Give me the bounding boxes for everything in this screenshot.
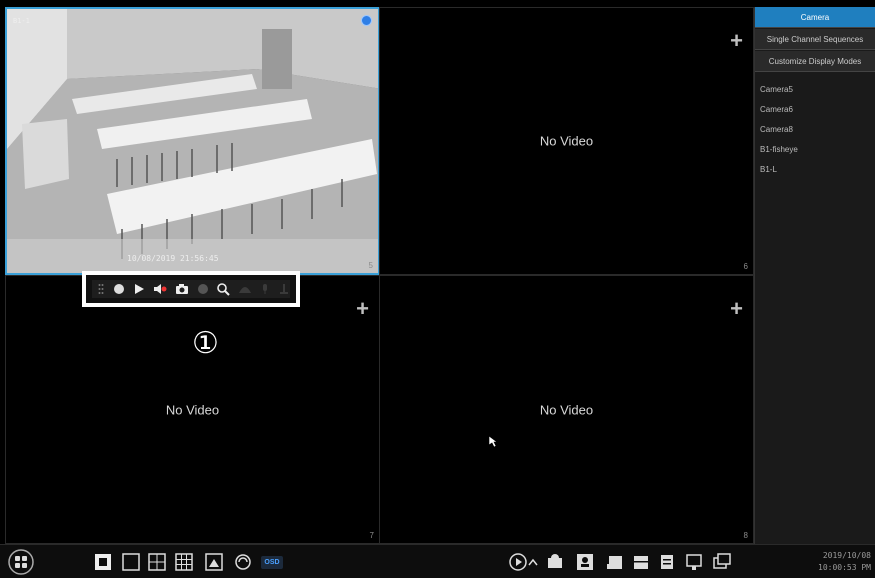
snapshot-icon[interactable] [175, 282, 189, 296]
drag-handle-icon[interactable] [96, 282, 105, 296]
camera-list-item[interactable]: Camera8 [755, 120, 875, 140]
camera-feed-image [7, 9, 378, 273]
camera-toolbar [92, 280, 290, 298]
image-mode-icon[interactable] [204, 552, 224, 572]
add-camera-icon[interactable]: + [356, 298, 369, 320]
video-tile-2[interactable]: + No Video 6 [379, 7, 754, 275]
camera-timestamp: 10/08/2019 21:56:45 [127, 254, 219, 263]
camera-label: B1-1 [13, 17, 30, 25]
callout-number: ① [192, 326, 219, 361]
disk-info-icon[interactable] [605, 552, 625, 572]
ptz-icon[interactable] [197, 282, 209, 296]
add-camera-icon[interactable]: + [730, 30, 743, 52]
mute-icon[interactable] [153, 282, 167, 296]
sequence-icon[interactable] [233, 552, 253, 572]
system-clock: 2019/10/08 10:00:53 PM [818, 550, 871, 574]
record-icon[interactable] [113, 282, 125, 296]
camera-list-item[interactable]: Camera6 [755, 100, 875, 120]
chevron-up-icon[interactable] [527, 552, 539, 572]
camera-list: Camera5 Camera6 Camera8 B1-fisheye B1-L [755, 80, 875, 180]
no-video-label: No Video [539, 402, 594, 417]
channel-number: 6 [743, 262, 748, 271]
bottom-toolbar: OSD 2019/10/08 10:00:53 PM [0, 544, 875, 578]
color-adjust-icon[interactable] [238, 282, 252, 296]
channel-number: 5 [368, 261, 373, 270]
playback-icon[interactable] [508, 552, 528, 572]
network-icon[interactable] [684, 552, 704, 572]
no-video-label: No Video [165, 402, 220, 417]
record-status-info-icon[interactable] [657, 552, 677, 572]
fisheye-icon[interactable] [278, 282, 290, 296]
camera-list-item[interactable]: Camera5 [755, 80, 875, 100]
backup-icon[interactable] [631, 552, 651, 572]
channel-number: 8 [743, 531, 748, 540]
zoom-icon[interactable] [217, 282, 230, 296]
camera-list-item[interactable]: B1-fisheye [755, 140, 875, 160]
user-icon[interactable] [575, 552, 595, 572]
camera-toolbar-highlight [82, 271, 300, 307]
layout-9-icon[interactable] [174, 552, 194, 572]
osd-button[interactable]: OSD [261, 556, 283, 569]
play-icon[interactable] [133, 282, 145, 296]
video-tile-3[interactable]: + No Video 7 [5, 275, 380, 544]
layout-1-icon[interactable] [121, 552, 141, 572]
camera-list-item[interactable]: B1-L [755, 160, 875, 180]
tab-single-channel-sequences[interactable]: Single Channel Sequences [755, 29, 875, 50]
multi-screen-icon[interactable] [712, 552, 732, 572]
tab-customize-display-modes[interactable]: Customize Display Modes [755, 51, 875, 72]
mouse-cursor-icon [489, 436, 498, 448]
no-video-label: No Video [539, 133, 594, 149]
video-tile-4[interactable]: + No Video 8 [379, 275, 754, 544]
add-camera-icon[interactable]: + [730, 298, 743, 320]
video-tile-1[interactable]: B1-1 10/08/2019 21:56:45 5 [5, 7, 380, 275]
start-menu-icon[interactable] [8, 549, 34, 575]
fullscreen-icon[interactable] [93, 552, 113, 572]
clock-date: 2019/10/08 [822, 551, 871, 560]
layout-4-icon[interactable] [147, 552, 167, 572]
right-panel: Camera Single Channel Sequences Customiz… [754, 7, 875, 544]
tab-camera[interactable]: Camera [755, 7, 875, 28]
clock-time: 10:00:53 PM [818, 563, 871, 572]
record-status-icon [361, 15, 372, 26]
microphone-icon[interactable] [260, 282, 270, 296]
channel-number: 7 [369, 531, 374, 540]
manual-alarm-icon[interactable] [545, 552, 565, 572]
